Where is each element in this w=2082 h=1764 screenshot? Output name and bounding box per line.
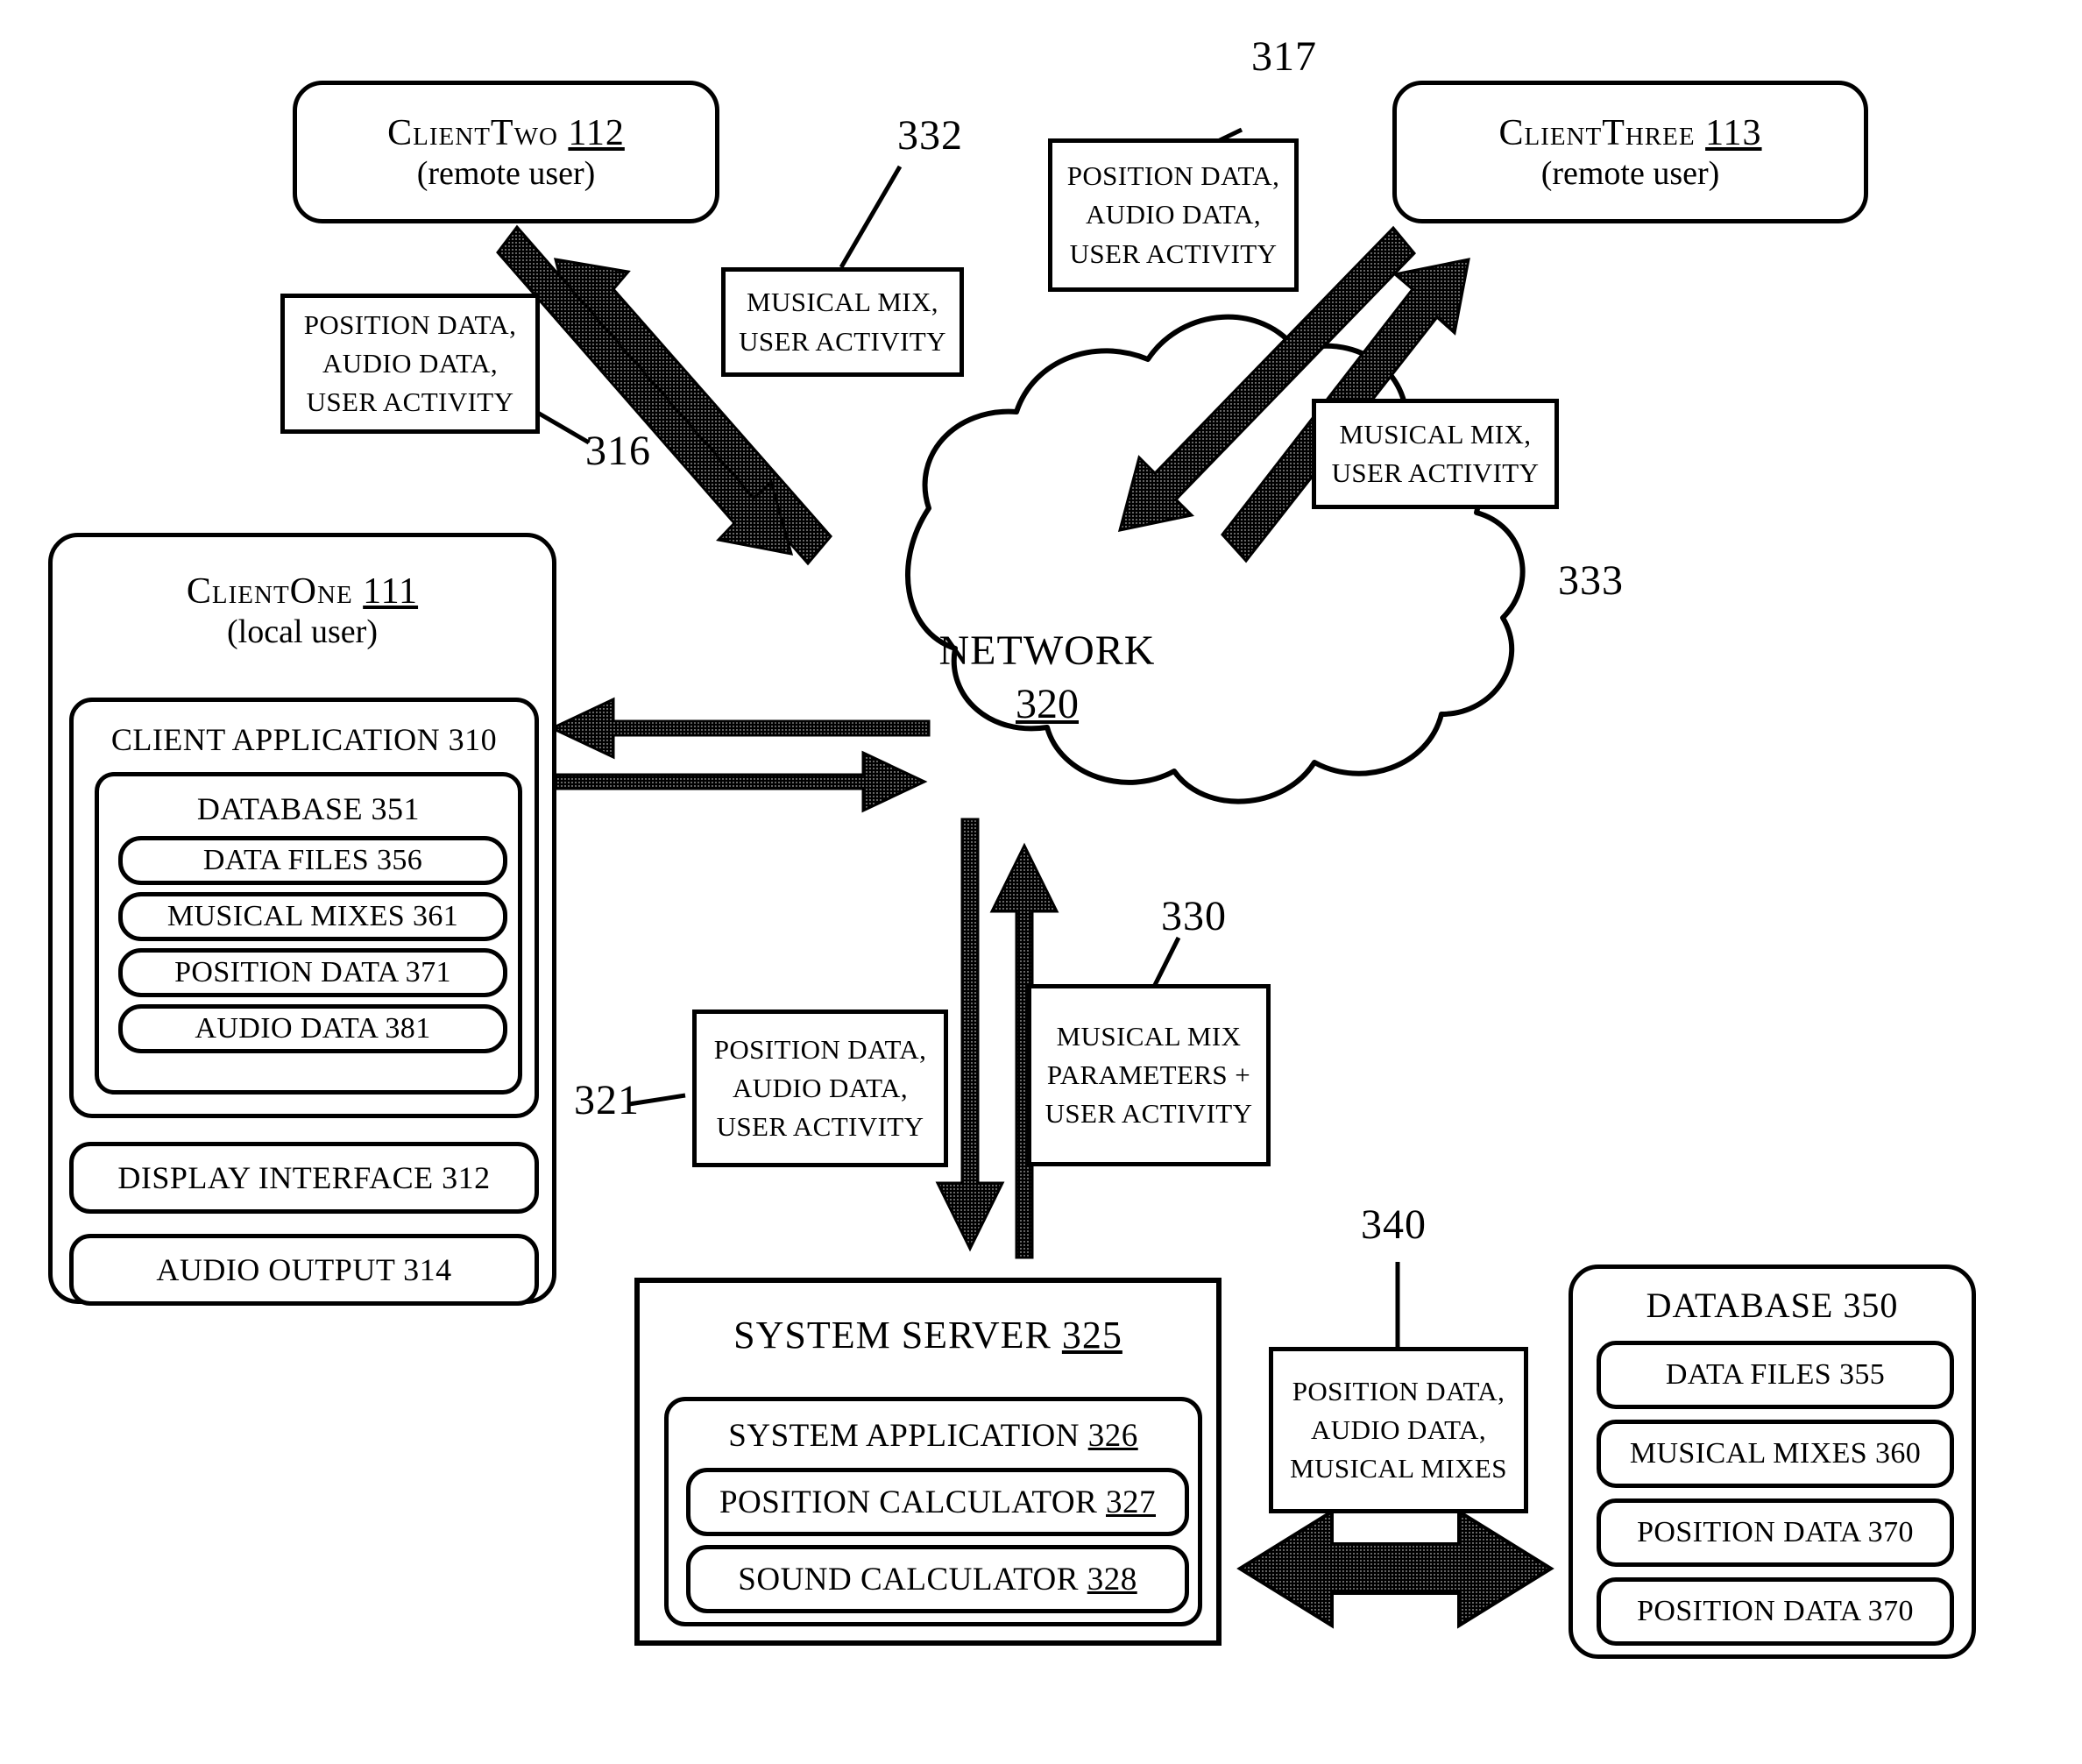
label-332-line-1: MUSICAL MIX,: [747, 287, 938, 318]
client-db-item-musical-mixes[interactable]: MUSICAL MIXES 361: [118, 892, 507, 941]
label-333-box: MUSICAL MIX, USER ACTIVITY: [1312, 399, 1559, 509]
ref-321: 321: [574, 1077, 640, 1123]
node-client-three[interactable]: ClientThree 113 (remote user): [1392, 81, 1868, 223]
label-340-line-2: AUDIO DATA,: [1311, 1413, 1486, 1445]
ref-316: 316: [585, 428, 651, 474]
database-350-item-musical-mixes[interactable]: MUSICAL MIXES 360: [1597, 1420, 1954, 1488]
label-317-box: POSITION DATA, AUDIO DATA, USER ACTIVITY: [1048, 138, 1299, 292]
client-database-box[interactable]: DATABASE 351 DATA FILES 356 MUSICAL MIXE…: [95, 772, 522, 1095]
label-316-box: POSITION DATA, AUDIO DATA, USER ACTIVITY: [280, 294, 540, 434]
label-332-box: MUSICAL MIX, USER ACTIVITY: [721, 267, 964, 377]
client-one-title: ClientOne 111: [186, 571, 419, 612]
label-332-line-2: USER ACTIVITY: [739, 325, 946, 357]
client-db-item-audio-data[interactable]: AUDIO DATA 381: [118, 1004, 507, 1053]
network-title: NETWORK: [938, 627, 1156, 674]
label-316-line-1: POSITION DATA,: [303, 308, 517, 340]
client-application-box[interactable]: CLIENT APPLICATION 310 DATABASE 351 DATA…: [69, 698, 539, 1118]
label-321-box: POSITION DATA, AUDIO DATA, USER ACTIVITY: [692, 1010, 948, 1167]
network-cloud-shape: [905, 314, 1526, 804]
client-db-item-data-files[interactable]: DATA FILES 356: [118, 836, 507, 885]
label-321-line-2: AUDIO DATA,: [733, 1072, 908, 1103]
client-db-item-position-data[interactable]: POSITION DATA 371: [118, 948, 507, 997]
client-application-title: CLIENT APPLICATION 310: [110, 722, 498, 757]
client-two-subtitle: (remote user): [416, 154, 596, 192]
label-330-box: MUSICAL MIX PARAMETERS + USER ACTIVITY: [1027, 984, 1271, 1166]
database-350-title: DATABASE 350: [1646, 1286, 1899, 1325]
label-330-line-3: USER ACTIVITY: [1045, 1098, 1253, 1129]
label-340-box: POSITION DATA, AUDIO DATA, MUSICAL MIXES: [1269, 1347, 1528, 1513]
label-340-line-1: POSITION DATA,: [1292, 1375, 1505, 1406]
label-333-line-2: USER ACTIVITY: [1331, 457, 1540, 488]
node-client-two[interactable]: ClientTwo 112 (remote user): [293, 81, 719, 223]
label-321-line-1: POSITION DATA,: [713, 1033, 927, 1065]
label-333-line-1: MUSICAL MIX,: [1339, 418, 1532, 450]
network-number: 320: [1016, 681, 1079, 727]
ref-332: 332: [897, 112, 963, 159]
label-330-line-2: PARAMETERS +: [1046, 1059, 1251, 1090]
label-317-line-1: POSITION DATA,: [1066, 160, 1280, 192]
position-calculator-box[interactable]: POSITION CALCULATOR 327: [686, 1468, 1189, 1536]
client-two-title: ClientTwo 112: [387, 112, 625, 153]
label-316-line-3: USER ACTIVITY: [306, 386, 514, 417]
database-350-item-position-data-2[interactable]: POSITION DATA 370: [1597, 1577, 1954, 1646]
client-three-subtitle: (remote user): [1540, 154, 1720, 192]
database-350-item-data-files[interactable]: DATA FILES 355: [1597, 1341, 1954, 1409]
arrow-network-to-clientone: [549, 697, 931, 760]
leader-332: [839, 165, 903, 269]
arrow-server-database: [1236, 1508, 1554, 1629]
node-client-one[interactable]: ClientOne 111 (local user) CLIENT APPLIC…: [48, 533, 556, 1306]
network-label-group: NETWORK 320: [876, 627, 1218, 728]
sound-calculator-box[interactable]: SOUND CALCULATOR 328: [686, 1545, 1189, 1613]
leader-316: [535, 409, 591, 445]
display-interface-box[interactable]: DISPLAY INTERFACE 312: [69, 1142, 539, 1214]
ref-317: 317: [1251, 33, 1317, 80]
ref-333: 333: [1558, 557, 1624, 604]
node-system-server[interactable]: SYSTEM SERVER 325 SYSTEM APPLICATION 326…: [634, 1278, 1222, 1646]
node-database-350[interactable]: DATABASE 350 DATA FILES 355 MUSICAL MIXE…: [1569, 1265, 1976, 1659]
label-317-line-3: USER ACTIVITY: [1069, 237, 1278, 269]
client-database-title: DATABASE 351: [196, 791, 421, 826]
client-one-subtitle: (local user): [227, 613, 378, 650]
ref-340: 340: [1361, 1201, 1427, 1248]
system-server-title: SYSTEM SERVER 325: [733, 1314, 1122, 1357]
database-350-item-position-data-1[interactable]: POSITION DATA 370: [1597, 1498, 1954, 1567]
label-316-line-2: AUDIO DATA,: [322, 347, 498, 379]
system-application-title: SYSTEM APPLICATION 326: [728, 1418, 1138, 1454]
audio-output-box[interactable]: AUDIO OUTPUT 314: [69, 1234, 539, 1306]
label-340-line-3: MUSICAL MIXES: [1290, 1453, 1507, 1484]
patent-figure: ClientTwo 112 (remote user) ClientThree …: [0, 0, 2082, 1764]
system-application-box[interactable]: SYSTEM APPLICATION 326 POSITION CALCULAT…: [664, 1397, 1202, 1626]
ref-330: 330: [1161, 893, 1227, 939]
client-three-title: ClientThree 113: [1498, 112, 1762, 153]
arrow-clientone-to-network: [550, 750, 928, 813]
label-321-line-3: USER ACTIVITY: [716, 1111, 924, 1142]
label-330-line-1: MUSICAL MIX: [1056, 1020, 1242, 1052]
label-317-line-2: AUDIO DATA,: [1086, 199, 1261, 230]
